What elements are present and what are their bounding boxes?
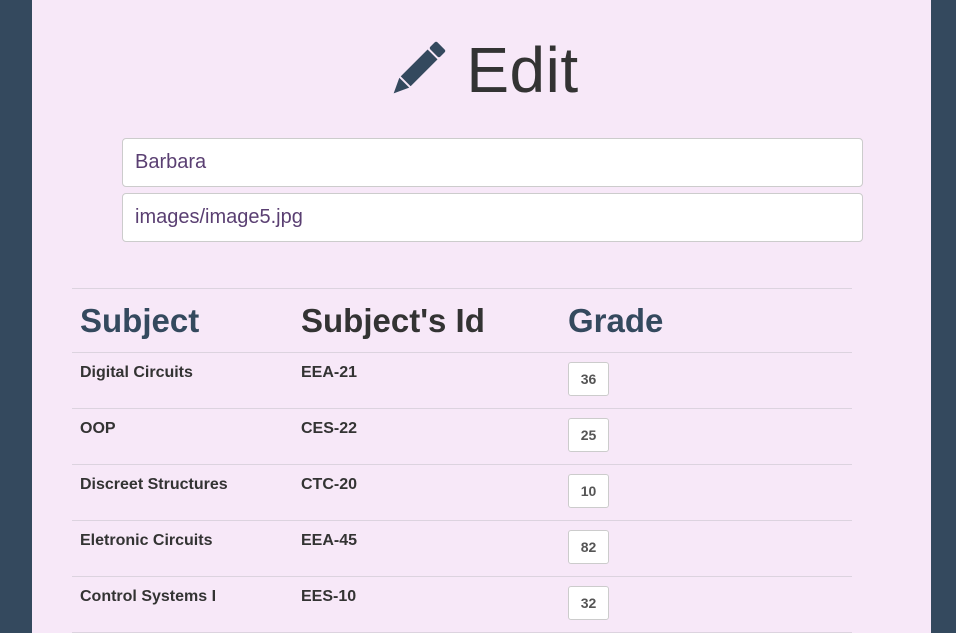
- pencil-icon: [394, 41, 446, 94]
- edit-panel: Edit Subject Subject's Id Grade Digital …: [32, 0, 931, 633]
- subject-id: CTC-20: [301, 476, 358, 493]
- grade-input[interactable]: [568, 418, 609, 452]
- subject-name: Eletronic Circuits: [80, 532, 213, 549]
- subject-name: OOP: [80, 420, 116, 437]
- image-path-input[interactable]: [122, 193, 863, 242]
- subject-id: EES-10: [301, 588, 357, 605]
- table-row: Eletronic Circuits EEA-45: [72, 521, 852, 577]
- subject-name: Discreet Structures: [80, 476, 228, 493]
- table-row: OOP CES-22: [72, 409, 852, 465]
- table-row: Discreet Structures CTC-20: [72, 465, 852, 521]
- subject-id: EEA-21: [301, 364, 358, 381]
- page-title-text: Edit: [466, 34, 579, 106]
- header-grade: Grade: [568, 302, 664, 339]
- grade-input[interactable]: [568, 530, 609, 564]
- header-subject-id: Subject's Id: [301, 302, 485, 339]
- grade-input[interactable]: [568, 586, 609, 620]
- grade-input[interactable]: [568, 474, 609, 508]
- grades-table: Subject Subject's Id Grade Digital Circu…: [72, 288, 852, 633]
- subject-id: EEA-45: [301, 532, 358, 549]
- name-input[interactable]: [122, 138, 863, 187]
- subject-name: Digital Circuits: [80, 364, 193, 381]
- table-row: Control Systems I EES-10: [72, 577, 852, 633]
- subject-id: CES-22: [301, 420, 358, 437]
- table-header: Subject Subject's Id Grade: [72, 289, 852, 353]
- page-title: Edit: [32, 30, 931, 110]
- grade-input[interactable]: [568, 362, 609, 396]
- table-row: Digital Circuits EEA-21: [72, 353, 852, 409]
- header-subject: Subject: [80, 302, 200, 339]
- subject-name: Control Systems I: [80, 588, 217, 605]
